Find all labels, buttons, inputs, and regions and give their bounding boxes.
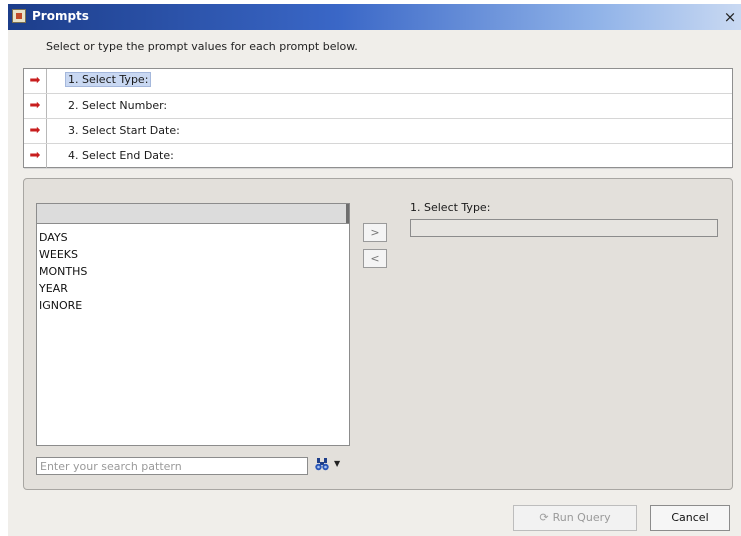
list-item-year[interactable]: YEAR — [39, 282, 68, 295]
prompt-row-select-start-date[interactable]: ➡ 3. Select Start Date: — [24, 119, 732, 144]
search-input[interactable] — [37, 458, 309, 474]
remove-value-button[interactable]: < — [363, 249, 387, 268]
add-value-button[interactable]: > — [363, 223, 387, 242]
run-query-label: Run Query — [552, 511, 611, 524]
instructions-text: Select or type the prompt values for eac… — [46, 40, 358, 53]
list-item-days[interactable]: DAYS — [39, 231, 68, 244]
selected-values-label: 1. Select Type: — [410, 201, 491, 214]
prompt-label: 4. Select End Date: — [68, 149, 174, 162]
list-item-months[interactable]: MONTHS — [39, 265, 87, 278]
dialog-content: Select or type the prompt values for eac… — [8, 30, 741, 536]
title-bar: Prompts × — [8, 4, 741, 30]
search-field[interactable] — [36, 457, 309, 475]
prompt-label: 1. Select Type: — [65, 72, 152, 87]
values-list-header — [37, 204, 349, 224]
binoculars-icon[interactable] — [315, 457, 329, 473]
prompt-row-select-type[interactable]: ➡ 1. Select Type: — [24, 69, 732, 94]
arrow-right-icon: ➡ — [24, 144, 47, 168]
prompts-dialog: Prompts × Select or type the prompt valu… — [0, 0, 741, 536]
window-title: Prompts — [32, 9, 89, 23]
cancel-button[interactable]: Cancel — [650, 505, 730, 531]
selected-values-list[interactable] — [410, 219, 718, 237]
prompt-row-select-number[interactable]: ➡ 2. Select Number: — [24, 94, 732, 119]
chevron-down-icon[interactable]: ▼ — [334, 459, 340, 468]
arrow-right-icon: ➡ — [24, 94, 47, 118]
arrow-right-icon: ➡ — [24, 119, 47, 143]
prompt-values-panel: DAYS WEEKS MONTHS YEAR IGNORE > < 1. Sel… — [23, 178, 733, 490]
close-button[interactable]: × — [721, 8, 739, 26]
refresh-icon: ⟳ — [539, 511, 549, 524]
list-item-ignore[interactable]: IGNORE — [39, 299, 82, 312]
available-values-list[interactable]: DAYS WEEKS MONTHS YEAR IGNORE — [36, 203, 350, 446]
prompt-label: 3. Select Start Date: — [68, 124, 180, 137]
prompt-label: 2. Select Number: — [68, 99, 168, 112]
prompt-row-select-end-date[interactable]: ➡ 4. Select End Date: — [24, 144, 732, 169]
prompt-list: ➡ 1. Select Type: ➡ 2. Select Number: ➡ … — [23, 68, 733, 169]
app-icon — [12, 9, 26, 23]
run-query-button[interactable]: ⟳ Run Query — [513, 505, 637, 531]
list-item-weeks[interactable]: WEEKS — [39, 248, 78, 261]
arrow-right-icon: ➡ — [24, 69, 47, 93]
